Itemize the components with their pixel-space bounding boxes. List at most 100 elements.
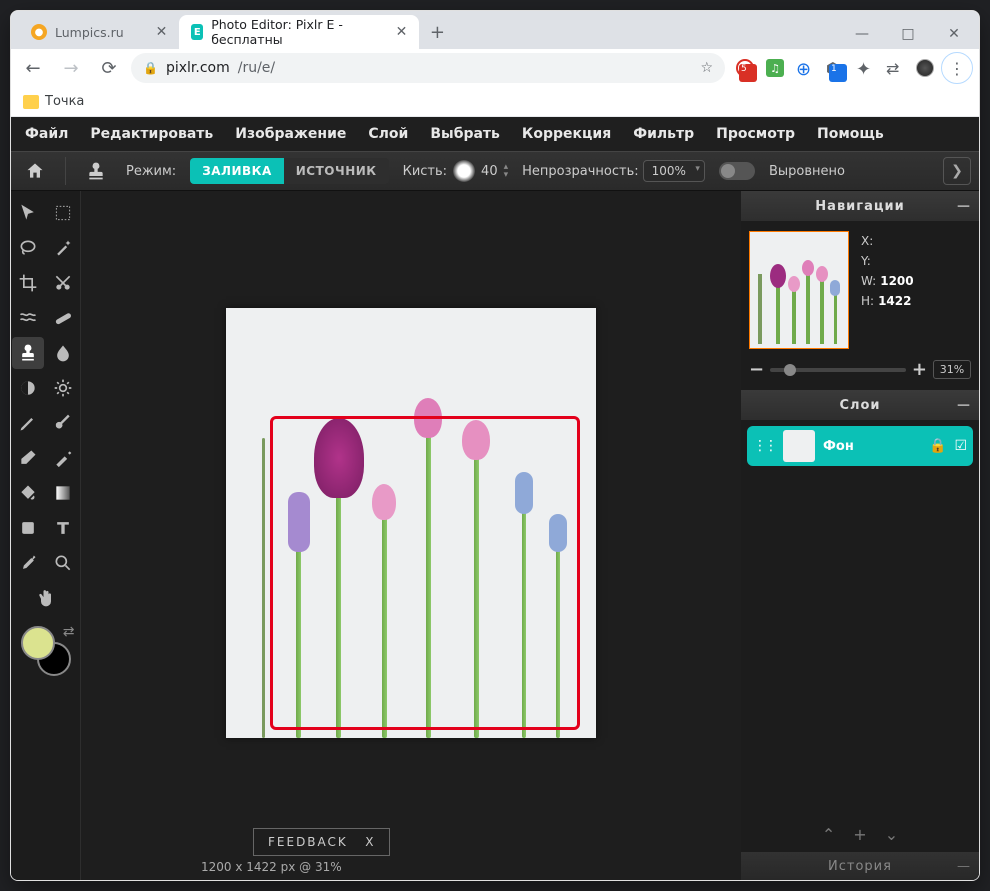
menu-image[interactable]: Изображение: [235, 126, 346, 142]
layers-panel-header: Слои—: [741, 390, 979, 420]
tool-dodge[interactable]: [12, 372, 44, 404]
menu-layer[interactable]: Слой: [368, 126, 408, 142]
tool-pen[interactable]: [12, 407, 44, 439]
tool-lasso[interactable]: [12, 232, 44, 264]
app-menubar: Файл Редактировать Изображение Слой Выбр…: [11, 117, 979, 151]
zoom-in-button[interactable]: +: [912, 359, 927, 380]
tool-cut[interactable]: [47, 267, 79, 299]
tool-liquify[interactable]: [12, 302, 44, 334]
mode-fill-button[interactable]: ЗАЛИВКА: [190, 158, 284, 184]
tool-fill[interactable]: [12, 477, 44, 509]
layer-add-button[interactable]: +: [853, 825, 866, 844]
tool-sponge[interactable]: [47, 372, 79, 404]
tool-eraser[interactable]: [12, 442, 44, 474]
ext-globe-icon[interactable]: ⊕: [791, 54, 819, 82]
tool-zoom[interactable]: [47, 547, 79, 579]
feedback-close[interactable]: X: [365, 835, 375, 849]
aligned-label: Выровнено: [769, 164, 845, 179]
browser-tab-1[interactable]: ● Lumpics.ru ✕: [19, 15, 179, 49]
nav-collapse-button[interactable]: —: [957, 199, 971, 214]
swap-colors-icon[interactable]: ⇄: [63, 624, 75, 640]
bookmark-star-icon[interactable]: ☆: [700, 60, 713, 76]
expand-panels-button[interactable]: ❯: [943, 157, 971, 185]
window-maximize-button[interactable]: □: [885, 19, 931, 49]
tool-gradient[interactable]: [47, 477, 79, 509]
aligned-toggle[interactable]: [719, 162, 755, 180]
menu-edit[interactable]: Редактировать: [90, 126, 213, 142]
color-swatches[interactable]: ⇄: [21, 626, 71, 676]
lock-icon: 🔒: [143, 61, 158, 75]
favicon-2: E: [191, 24, 203, 40]
tool-blur[interactable]: [47, 337, 79, 369]
menu-view[interactable]: Просмотр: [716, 126, 795, 142]
address-bar[interactable]: 🔒 pixlr.com/ru/e/ ☆: [131, 53, 725, 83]
ext-adblock-icon[interactable]: 5: [731, 54, 759, 82]
brush-size-value[interactable]: 40: [481, 164, 498, 179]
tool-brush[interactable]: [47, 407, 79, 439]
ext-box-icon[interactable]: ⬢1: [821, 54, 849, 82]
zoom-out-button[interactable]: −: [749, 359, 764, 380]
tool-text[interactable]: [47, 512, 79, 544]
tab-close-2[interactable]: ✕: [396, 24, 408, 40]
tool-arrow[interactable]: [12, 197, 44, 229]
tool-hand[interactable]: [30, 582, 62, 614]
layer-down-button[interactable]: ⌄: [885, 825, 898, 844]
stamp-icon[interactable]: [80, 155, 112, 187]
nav-info: X: Y: W:1200 H:1422: [861, 231, 914, 349]
opacity-dropdown[interactable]: 100%: [643, 160, 705, 182]
ext-list-icon[interactable]: ⇄: [881, 54, 909, 82]
nav-panel-header: Навигации—: [741, 191, 979, 221]
menu-select[interactable]: Выбрать: [430, 126, 500, 142]
brush-preview-icon[interactable]: [453, 160, 475, 182]
layer-visibility-icon[interactable]: ☑: [954, 438, 967, 454]
url-path: /ru/e/: [238, 60, 275, 76]
window-close-button[interactable]: ✕: [931, 19, 977, 49]
navigator-thumbnail[interactable]: [749, 231, 849, 349]
menu-help[interactable]: Помощь: [817, 126, 884, 142]
ext-puzzle-icon[interactable]: ✦: [851, 54, 879, 82]
layers-collapse-button[interactable]: —: [957, 398, 971, 413]
nav-forward-button[interactable]: →: [55, 52, 87, 84]
tool-wand[interactable]: [47, 232, 79, 264]
new-tab-button[interactable]: +: [423, 18, 451, 46]
tool-heal[interactable]: [47, 302, 79, 334]
tab-title-1: Lumpics.ru: [55, 25, 124, 40]
profile-avatar[interactable]: [911, 54, 939, 82]
chrome-menu-button[interactable]: ⋮: [941, 52, 973, 84]
menu-file[interactable]: Файл: [25, 126, 68, 142]
layer-lock-icon[interactable]: 🔒: [929, 438, 946, 454]
layer-row[interactable]: ⋮⋮ Фон 🔒 ☑: [747, 426, 973, 466]
history-panel-header: История—: [741, 852, 979, 880]
zoom-slider[interactable]: [770, 368, 906, 372]
layer-name: Фон: [823, 439, 921, 454]
tool-marquee[interactable]: [47, 197, 79, 229]
mode-source-button[interactable]: ИСТОЧНИК: [284, 158, 389, 184]
window-minimize-button[interactable]: —: [839, 19, 885, 49]
layer-thumbnail: [783, 430, 815, 462]
tab-close-1[interactable]: ✕: [156, 24, 168, 40]
nav-back-button[interactable]: ←: [17, 52, 49, 84]
foreground-color[interactable]: [21, 626, 55, 660]
zoom-value-input[interactable]: 31%: [933, 360, 971, 379]
browser-tab-2[interactable]: E Photo Editor: Pixlr E - бесплатны ✕: [179, 15, 419, 49]
layer-up-button[interactable]: ⌃: [822, 825, 835, 844]
bookmark-folder-icon: [23, 95, 39, 109]
feedback-widget[interactable]: FEEDBACK X: [253, 828, 390, 856]
brush-stepper-icon[interactable]: ▴▾: [504, 163, 509, 179]
layer-drag-handle-icon[interactable]: ⋮⋮: [753, 438, 775, 454]
tab-title-2: Photo Editor: Pixlr E - бесплатны: [211, 17, 363, 47]
menu-filter[interactable]: Фильтр: [633, 126, 694, 142]
tool-clone-stamp[interactable]: [12, 337, 44, 369]
tool-crop[interactable]: [12, 267, 44, 299]
tool-picker[interactable]: [12, 547, 44, 579]
bookmark-item[interactable]: Точка: [45, 94, 84, 109]
history-collapse-button[interactable]: —: [957, 859, 971, 874]
nav-reload-button[interactable]: ⟳: [93, 52, 125, 84]
opacity-label: Непрозрачность:: [522, 164, 639, 179]
tool-replace-color[interactable]: [47, 442, 79, 474]
home-icon[interactable]: [19, 155, 51, 187]
tool-shape[interactable]: [12, 512, 44, 544]
canvas-image[interactable]: [226, 308, 596, 738]
ext-music-icon[interactable]: ♫: [761, 54, 789, 82]
menu-adjust[interactable]: Коррекция: [522, 126, 611, 142]
